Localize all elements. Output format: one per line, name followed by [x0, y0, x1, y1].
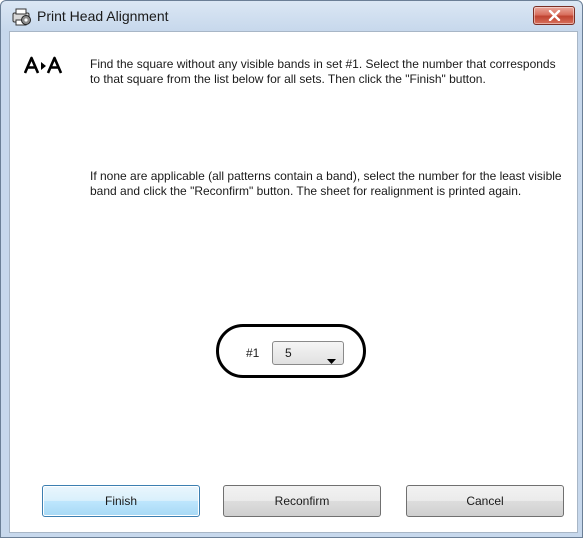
close-icon — [548, 10, 561, 21]
a-to-a-alignment-icon — [23, 56, 64, 76]
set-number-label: #1 — [246, 346, 260, 360]
finish-button[interactable]: Finish — [42, 485, 200, 517]
chevron-down-icon[interactable] — [327, 351, 336, 369]
dialog-content: Find the square without any visible band… — [9, 31, 578, 533]
cancel-button[interactable]: Cancel — [406, 485, 564, 517]
dialog-window: Print Head Alignment Find the square wit… — [0, 0, 583, 538]
close-button[interactable] — [533, 6, 575, 25]
window-title: Print Head Alignment — [37, 8, 169, 24]
title-bar[interactable]: Print Head Alignment — [1, 1, 582, 31]
pattern-number-select[interactable]: 5 — [272, 341, 344, 365]
fallback-instruction-text: If none are applicable (all patterns con… — [90, 169, 562, 198]
selected-pattern-value: 5 — [285, 346, 292, 360]
instruction-text: Find the square without any visible band… — [90, 57, 556, 86]
reconfirm-button[interactable]: Reconfirm — [223, 485, 381, 517]
printer-gear-icon — [11, 7, 33, 27]
